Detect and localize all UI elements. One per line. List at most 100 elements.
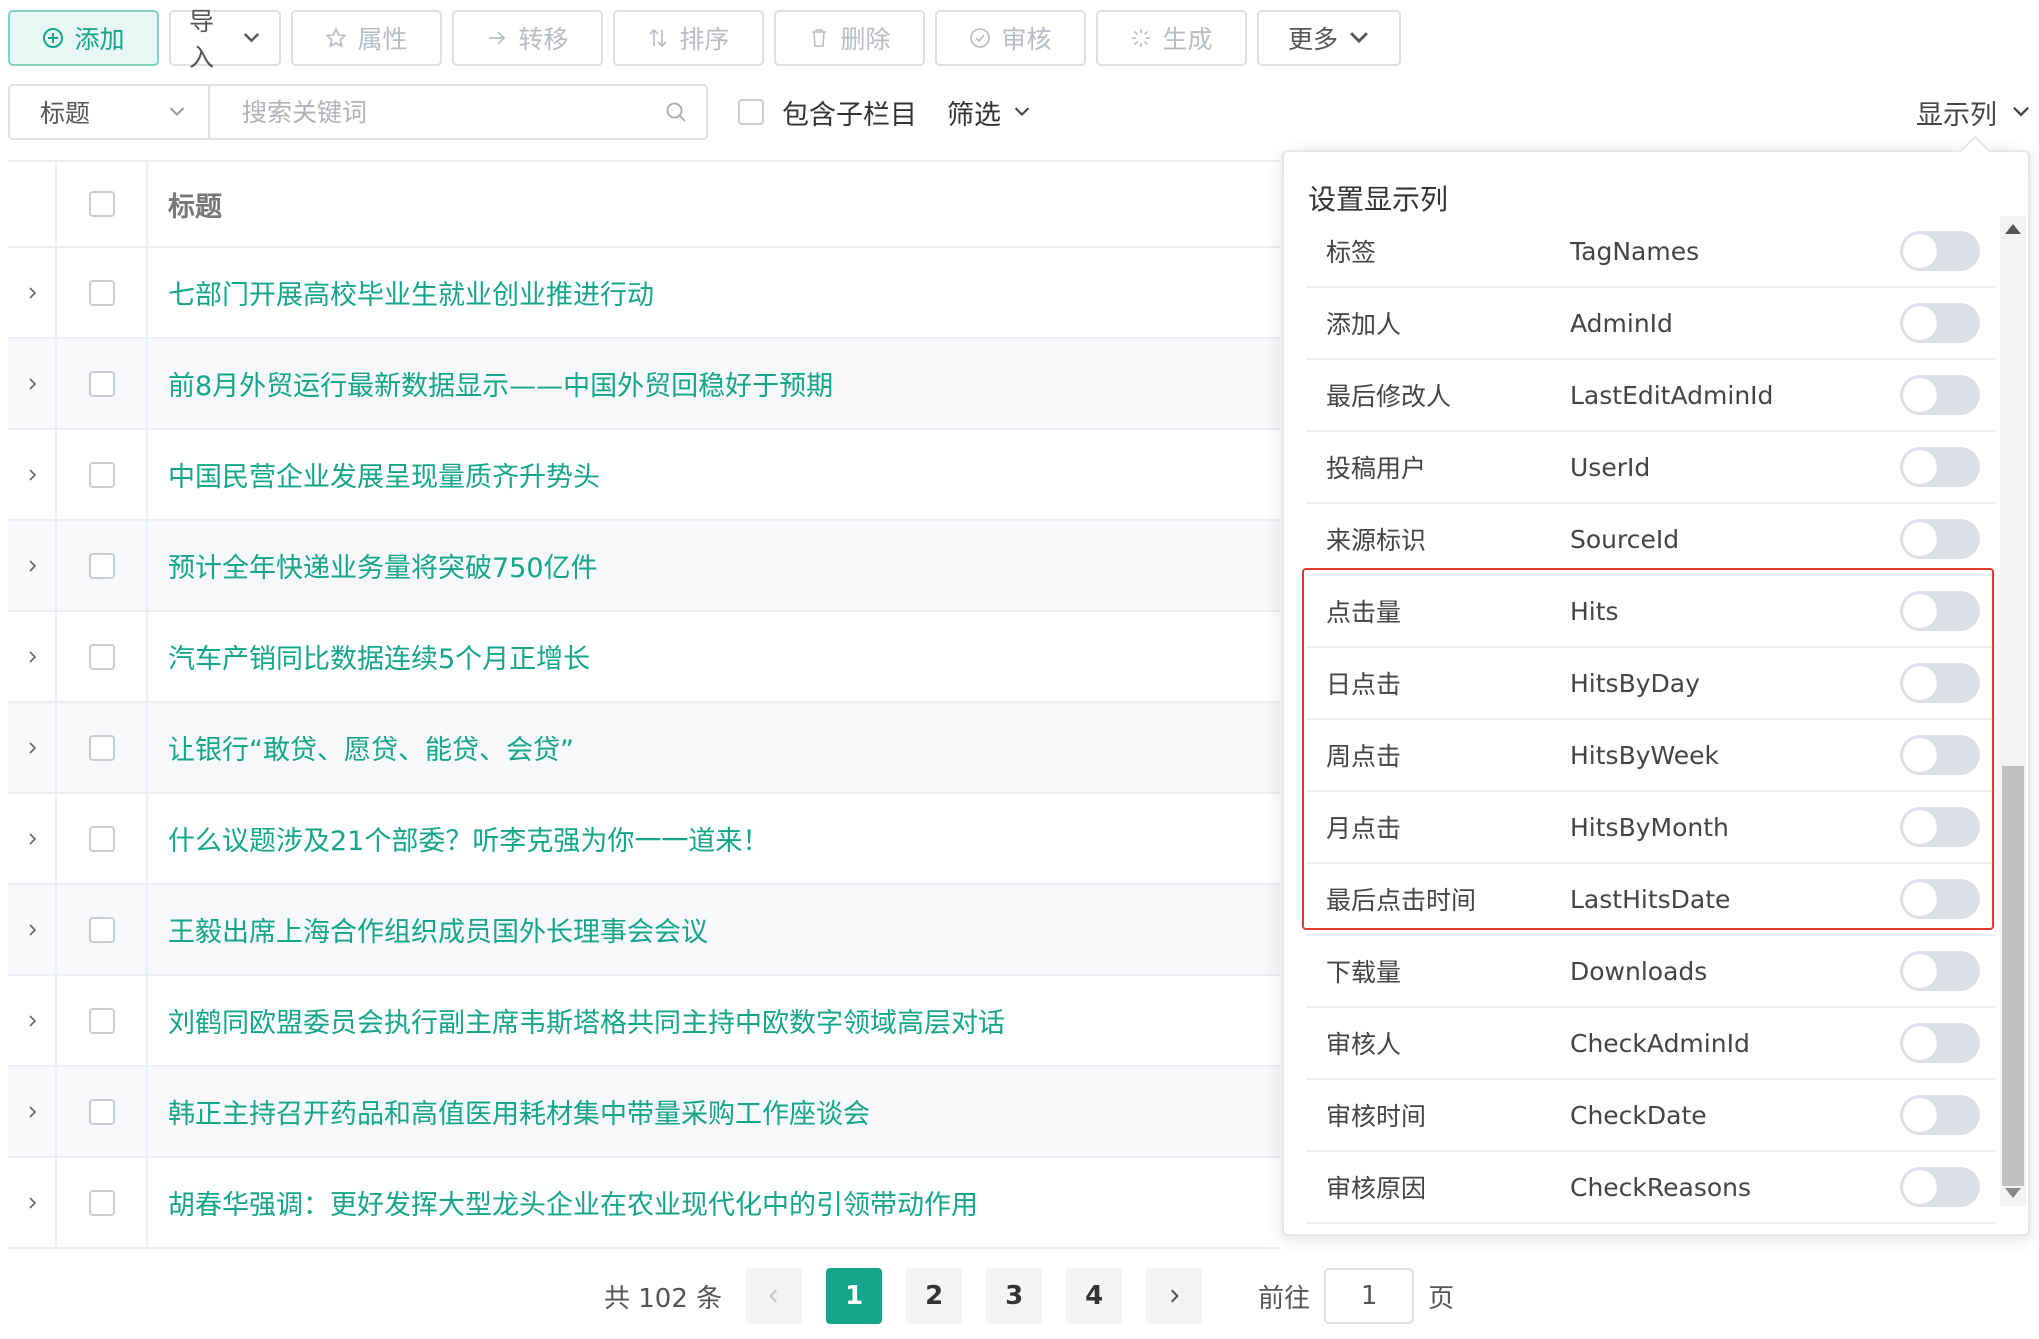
row-title-link[interactable]: 胡春华强调：更好发挥大型龙头企业在农业现代化中的引领带动作用 bbox=[148, 1183, 1280, 1222]
include-subcolumns[interactable]: 包含子栏目 bbox=[738, 93, 917, 132]
show-columns-button[interactable]: 显示列 bbox=[1916, 84, 2031, 140]
page-button[interactable]: 1 bbox=[826, 1268, 883, 1324]
table-row[interactable]: 胡春华强调：更好发挥大型龙头企业在农业现代化中的引领带动作用 bbox=[8, 1158, 1280, 1249]
chevron-right-icon[interactable] bbox=[25, 377, 39, 391]
chevron-right-icon[interactable] bbox=[25, 1196, 39, 1210]
row-title-link[interactable]: 什么议题涉及21个部委？听李克强为你一一道来！ bbox=[148, 819, 1280, 858]
expand-cell[interactable] bbox=[8, 339, 57, 428]
row-title-link[interactable]: 王毅出席上海合作组织成员国外长理事会会议 bbox=[148, 910, 1280, 949]
expand-cell[interactable] bbox=[8, 1067, 57, 1156]
row-checkbox[interactable] bbox=[88, 279, 115, 306]
import-button[interactable]: 导入 bbox=[169, 7, 281, 72]
column-toggle[interactable] bbox=[1900, 807, 1980, 847]
column-toggle[interactable] bbox=[1900, 951, 1980, 991]
chevron-right-icon[interactable] bbox=[25, 1014, 39, 1028]
scrollbar-thumb[interactable] bbox=[2002, 766, 2024, 1186]
column-toggle[interactable] bbox=[1900, 303, 1980, 343]
sort-button[interactable]: 排序 bbox=[613, 10, 764, 66]
chevron-right-icon[interactable] bbox=[25, 468, 39, 482]
table-row[interactable]: 韩正主持召开药品和高值医用耗材集中带量采购工作座谈会 bbox=[8, 1067, 1280, 1158]
table-row[interactable]: 中国民营企业发展呈现量质齐升势头 bbox=[8, 430, 1280, 521]
expand-cell[interactable] bbox=[8, 612, 57, 701]
row-checkbox[interactable] bbox=[88, 1189, 115, 1216]
page-button[interactable]: 4 bbox=[1066, 1268, 1123, 1324]
row-title-link[interactable]: 预计全年快递业务量将突破750亿件 bbox=[148, 546, 1280, 585]
row-checkbox[interactable] bbox=[88, 734, 115, 761]
popover-scrollbar[interactable] bbox=[2000, 216, 2026, 1206]
include-subcolumns-checkbox[interactable] bbox=[738, 99, 764, 125]
delete-button[interactable]: 删除 bbox=[774, 10, 925, 66]
column-toggle[interactable] bbox=[1900, 735, 1980, 775]
row-title-link[interactable]: 韩正主持召开药品和高值医用耗材集中带量采购工作座谈会 bbox=[148, 1092, 1280, 1131]
row-checkbox[interactable] bbox=[88, 370, 115, 397]
prev-page-button[interactable] bbox=[746, 1268, 803, 1324]
row-select-cell bbox=[57, 430, 148, 519]
scroll-up-arrow-icon[interactable] bbox=[2005, 224, 2021, 234]
column-toggle[interactable] bbox=[1900, 1023, 1980, 1063]
search-icon[interactable] bbox=[664, 100, 688, 124]
column-toggle[interactable] bbox=[1900, 1095, 1980, 1135]
row-title-link[interactable]: 前8月外贸运行最新数据显示——中国外贸回稳好于预期 bbox=[148, 364, 1280, 403]
row-title-link[interactable]: 刘鹤同欧盟委员会执行副主席韦斯塔格共同主持中欧数字领域高层对话 bbox=[148, 1001, 1280, 1040]
page-button[interactable]: 2 bbox=[906, 1268, 963, 1324]
next-page-button[interactable] bbox=[1146, 1268, 1203, 1324]
row-checkbox[interactable] bbox=[88, 461, 115, 488]
chevron-right-icon[interactable] bbox=[25, 1105, 39, 1119]
expand-cell[interactable] bbox=[8, 430, 57, 519]
row-title-link[interactable]: 七部门开展高校毕业生就业创业推进行动 bbox=[148, 273, 1280, 312]
search-input[interactable] bbox=[240, 96, 640, 128]
field-select[interactable]: 标题 bbox=[8, 84, 210, 140]
row-checkbox[interactable] bbox=[88, 825, 115, 852]
row-checkbox[interactable] bbox=[88, 1098, 115, 1125]
row-title-link[interactable]: 中国民营企业发展呈现量质齐升势头 bbox=[148, 455, 1280, 494]
expand-cell[interactable] bbox=[8, 703, 57, 792]
row-checkbox[interactable] bbox=[88, 643, 115, 670]
column-toggle[interactable] bbox=[1900, 231, 1980, 271]
column-list: 标签 TagNames 添加人 AdminId 最后修改人 LastEditAdminId… bbox=[1306, 216, 1996, 1224]
column-toggle[interactable] bbox=[1900, 375, 1980, 415]
audit-button[interactable]: 审核 bbox=[935, 10, 1086, 66]
row-checkbox[interactable] bbox=[88, 552, 115, 579]
transfer-button[interactable]: 转移 bbox=[452, 10, 603, 66]
column-toggle[interactable] bbox=[1900, 519, 1980, 559]
chevron-right-icon[interactable] bbox=[25, 286, 39, 300]
row-checkbox[interactable] bbox=[88, 1007, 115, 1034]
row-checkbox[interactable] bbox=[88, 916, 115, 943]
row-title-link[interactable]: 让银行“敢贷、愿贷、能贷、会贷” bbox=[148, 728, 1280, 767]
expand-cell[interactable] bbox=[8, 1158, 57, 1247]
select-all-checkbox[interactable] bbox=[88, 191, 115, 217]
column-toggle[interactable] bbox=[1900, 447, 1980, 487]
expand-cell[interactable] bbox=[8, 885, 57, 974]
table-row[interactable]: 七部门开展高校毕业生就业创业推进行动 bbox=[8, 248, 1280, 339]
table-row[interactable]: 前8月外贸运行最新数据显示——中国外贸回稳好于预期 bbox=[8, 339, 1280, 430]
column-toggle[interactable] bbox=[1900, 1167, 1980, 1207]
column-toggle[interactable] bbox=[1900, 663, 1980, 703]
expand-cell[interactable] bbox=[8, 248, 57, 337]
table-row[interactable]: 预计全年快递业务量将突破750亿件 bbox=[8, 521, 1280, 612]
page-button[interactable]: 3 bbox=[986, 1268, 1043, 1324]
title-column-header[interactable]: 标题 bbox=[148, 185, 1280, 224]
table-row[interactable]: 汽车产销同比数据连续5个月正增长 bbox=[8, 612, 1280, 703]
table-row[interactable]: 王毅出席上海合作组织成员国外长理事会会议 bbox=[8, 885, 1280, 976]
more-button[interactable]: 更多 bbox=[1257, 10, 1401, 66]
chevron-right-icon[interactable] bbox=[25, 923, 39, 937]
chevron-right-icon[interactable] bbox=[25, 741, 39, 755]
chevron-right-icon[interactable] bbox=[25, 559, 39, 573]
table-row[interactable]: 让银行“敢贷、愿贷、能贷、会贷” bbox=[8, 703, 1280, 794]
chevron-right-icon[interactable] bbox=[25, 832, 39, 846]
chevron-right-icon[interactable] bbox=[25, 650, 39, 664]
attributes-button[interactable]: 属性 bbox=[291, 10, 442, 66]
add-button[interactable]: 添加 bbox=[8, 10, 159, 66]
table-row[interactable]: 刘鹤同欧盟委员会执行副主席韦斯塔格共同主持中欧数字领域高层对话 bbox=[8, 976, 1280, 1067]
row-title-link[interactable]: 汽车产销同比数据连续5个月正增长 bbox=[148, 637, 1280, 676]
expand-cell[interactable] bbox=[8, 976, 57, 1065]
expand-cell[interactable] bbox=[8, 794, 57, 883]
table-row[interactable]: 什么议题涉及21个部委？听李克强为你一一道来！ bbox=[8, 794, 1280, 885]
expand-cell[interactable] bbox=[8, 521, 57, 610]
generate-button[interactable]: 生成 bbox=[1096, 10, 1247, 66]
column-toggle[interactable] bbox=[1900, 591, 1980, 631]
scroll-down-arrow-icon[interactable] bbox=[2005, 1188, 2021, 1198]
filter-dropdown[interactable]: 筛选 bbox=[947, 93, 1031, 132]
column-toggle[interactable] bbox=[1900, 879, 1980, 919]
goto-page-input[interactable] bbox=[1324, 1268, 1415, 1324]
